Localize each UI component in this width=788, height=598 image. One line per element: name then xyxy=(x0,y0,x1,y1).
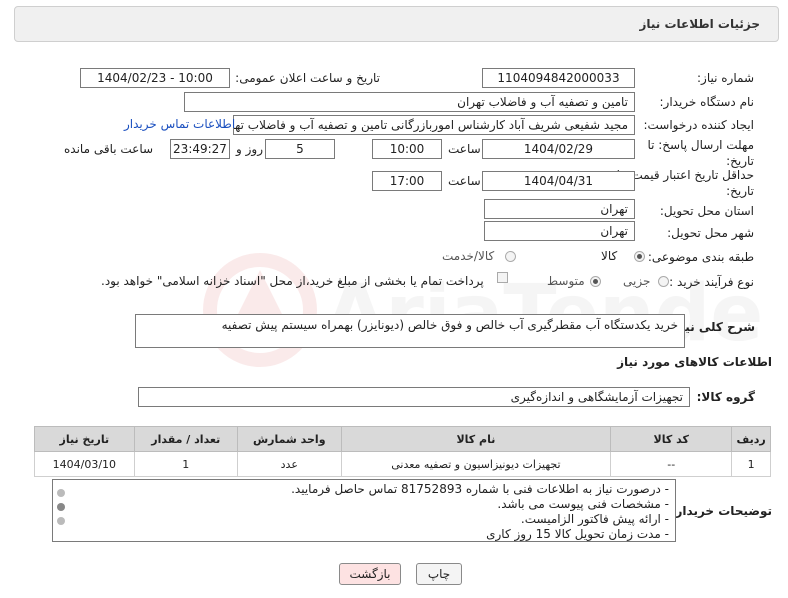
back-button[interactable]: بازگشت xyxy=(339,563,401,585)
description-field[interactable]: خرید یکدستگاه آب مقطرگیری آب خالص و فوق … xyxy=(135,314,685,348)
category-goods-radio[interactable] xyxy=(634,251,645,262)
col-row: ردیف xyxy=(731,426,771,452)
need-number-field: 1104094842000033 xyxy=(482,68,635,88)
buyer-org-field: تامین و تصفیه آب و فاضلاب تهران xyxy=(184,92,635,112)
cell-row: 1 xyxy=(731,451,771,477)
print-button[interactable]: چاپ xyxy=(416,563,462,585)
goods-section-title: اطلاعات کالاهای مورد نیاز xyxy=(617,355,772,369)
remaining-time-field: 23:49:27 xyxy=(170,139,230,159)
col-goods-name: نام کالا xyxy=(340,426,612,452)
col-unit: واحد شمارش xyxy=(236,426,342,452)
scroll-dot-icon xyxy=(57,503,65,511)
buyer-note-line: - ارائه پیش فاکتور الزامیست. xyxy=(520,512,669,526)
payment-note: پرداخت تمام یا بخشی از مبلغ خرید،از محل … xyxy=(101,274,484,288)
category-label: طبقه بندی موضوعی: xyxy=(647,250,754,264)
cell-quantity: 1 xyxy=(133,451,238,477)
scroll-dot-icon xyxy=(57,517,65,525)
price-date-field: 1404/04/31 xyxy=(482,171,635,191)
notes-scrollbar[interactable] xyxy=(56,483,66,538)
buyer-note-line: - مدت زمان تحویل کالا 15 روز کاری xyxy=(486,527,669,541)
announce-field: 1404/02/23 - 10:00 xyxy=(80,68,230,88)
cell-unit: عدد xyxy=(236,451,342,477)
price-validity-label: حداقل تاریخ اعتبار قیمت: تا تاریخ: xyxy=(616,168,754,198)
buyer-notes-label: توضیحات خریدار: xyxy=(670,504,772,518)
page-title: جزئیات اطلاعات نیاز xyxy=(639,17,760,31)
announce-label: تاریخ و ساعت اعلان عمومی: xyxy=(235,71,380,85)
col-goods-code: کد کالا xyxy=(610,426,733,452)
cell-goods-code: -- xyxy=(610,451,733,477)
process-partial-radio[interactable] xyxy=(658,276,669,287)
process-medium-label: متوسط xyxy=(547,274,585,288)
process-label: نوع فرآیند خرید : xyxy=(669,275,754,289)
goods-group-label: گروه کالا: xyxy=(696,390,755,404)
reply-deadline-label: مهلت ارسال پاسخ: تا تاریخ: xyxy=(647,138,754,168)
scroll-dot-icon xyxy=(57,489,65,497)
city-label: شهر محل تحویل: xyxy=(667,226,754,240)
reply-time-field: 10:00 xyxy=(372,139,442,159)
cell-need-date: 1404/03/10 xyxy=(34,451,135,477)
cell-goods-name: تجهیزات دیونیزاسیون و تصفیه معدنی xyxy=(340,451,612,477)
buyer-org-label: نام دستگاه خریدار: xyxy=(659,95,755,109)
category-goods-service-label: کالا/خدمت xyxy=(442,249,495,263)
creator-label: ایجاد کننده درخواست: xyxy=(643,118,754,132)
goods-table: تاریخ نیاز تعداد / مقدار واحد شمارش نام … xyxy=(34,426,771,477)
buyer-notes-field[interactable]: - درصورت نیاز به اطلاعات فنی با شماره 81… xyxy=(52,479,676,542)
need-number-label: شماره نیاز: xyxy=(697,71,754,85)
reply-date-field: 1404/02/29 xyxy=(482,139,635,159)
col-quantity: تعداد / مقدار xyxy=(133,426,238,452)
buyer-note-line: - مشخصات فنی پیوست می باشد. xyxy=(497,497,669,511)
province-field: تهران xyxy=(484,199,635,219)
process-medium-radio[interactable] xyxy=(590,276,601,287)
remaining-label: ساعت باقی مانده xyxy=(64,142,154,156)
buyer-note-line: - درصورت نیاز به اطلاعات فنی با شماره 81… xyxy=(291,482,669,496)
creator-field: مجید شفیعی شریف آباد کارشناس اموربازرگان… xyxy=(233,115,635,135)
category-goods-label: کالا xyxy=(601,249,618,263)
days-label: روز و xyxy=(236,142,263,156)
process-partial-label: جزیی xyxy=(623,274,651,288)
page-header: جزئیات اطلاعات نیاز xyxy=(14,6,779,42)
buyer-contact-link[interactable]: اطلاعات تماس خریدار xyxy=(124,117,235,131)
goods-group-field: تجهیزات آزمایشگاهی و اندازه‌گیری xyxy=(138,387,690,407)
col-need-date: تاریخ نیاز xyxy=(34,426,135,452)
reply-time-label: ساعت xyxy=(448,142,481,156)
price-time-field: 17:00 xyxy=(372,171,442,191)
category-goods-service-radio[interactable] xyxy=(505,251,516,262)
goods-table-header: تاریخ نیاز تعداد / مقدار واحد شمارش نام … xyxy=(34,426,771,452)
province-label: استان محل تحویل: xyxy=(659,204,754,218)
days-field: 5 xyxy=(265,139,335,159)
price-time-label: ساعت xyxy=(448,174,481,188)
table-row[interactable]: 1404/03/10 1 عدد تجهیزات دیونیزاسیون و ت… xyxy=(34,451,771,477)
city-field: تهران xyxy=(484,221,635,241)
treasury-payment-checkbox[interactable] xyxy=(497,272,508,283)
